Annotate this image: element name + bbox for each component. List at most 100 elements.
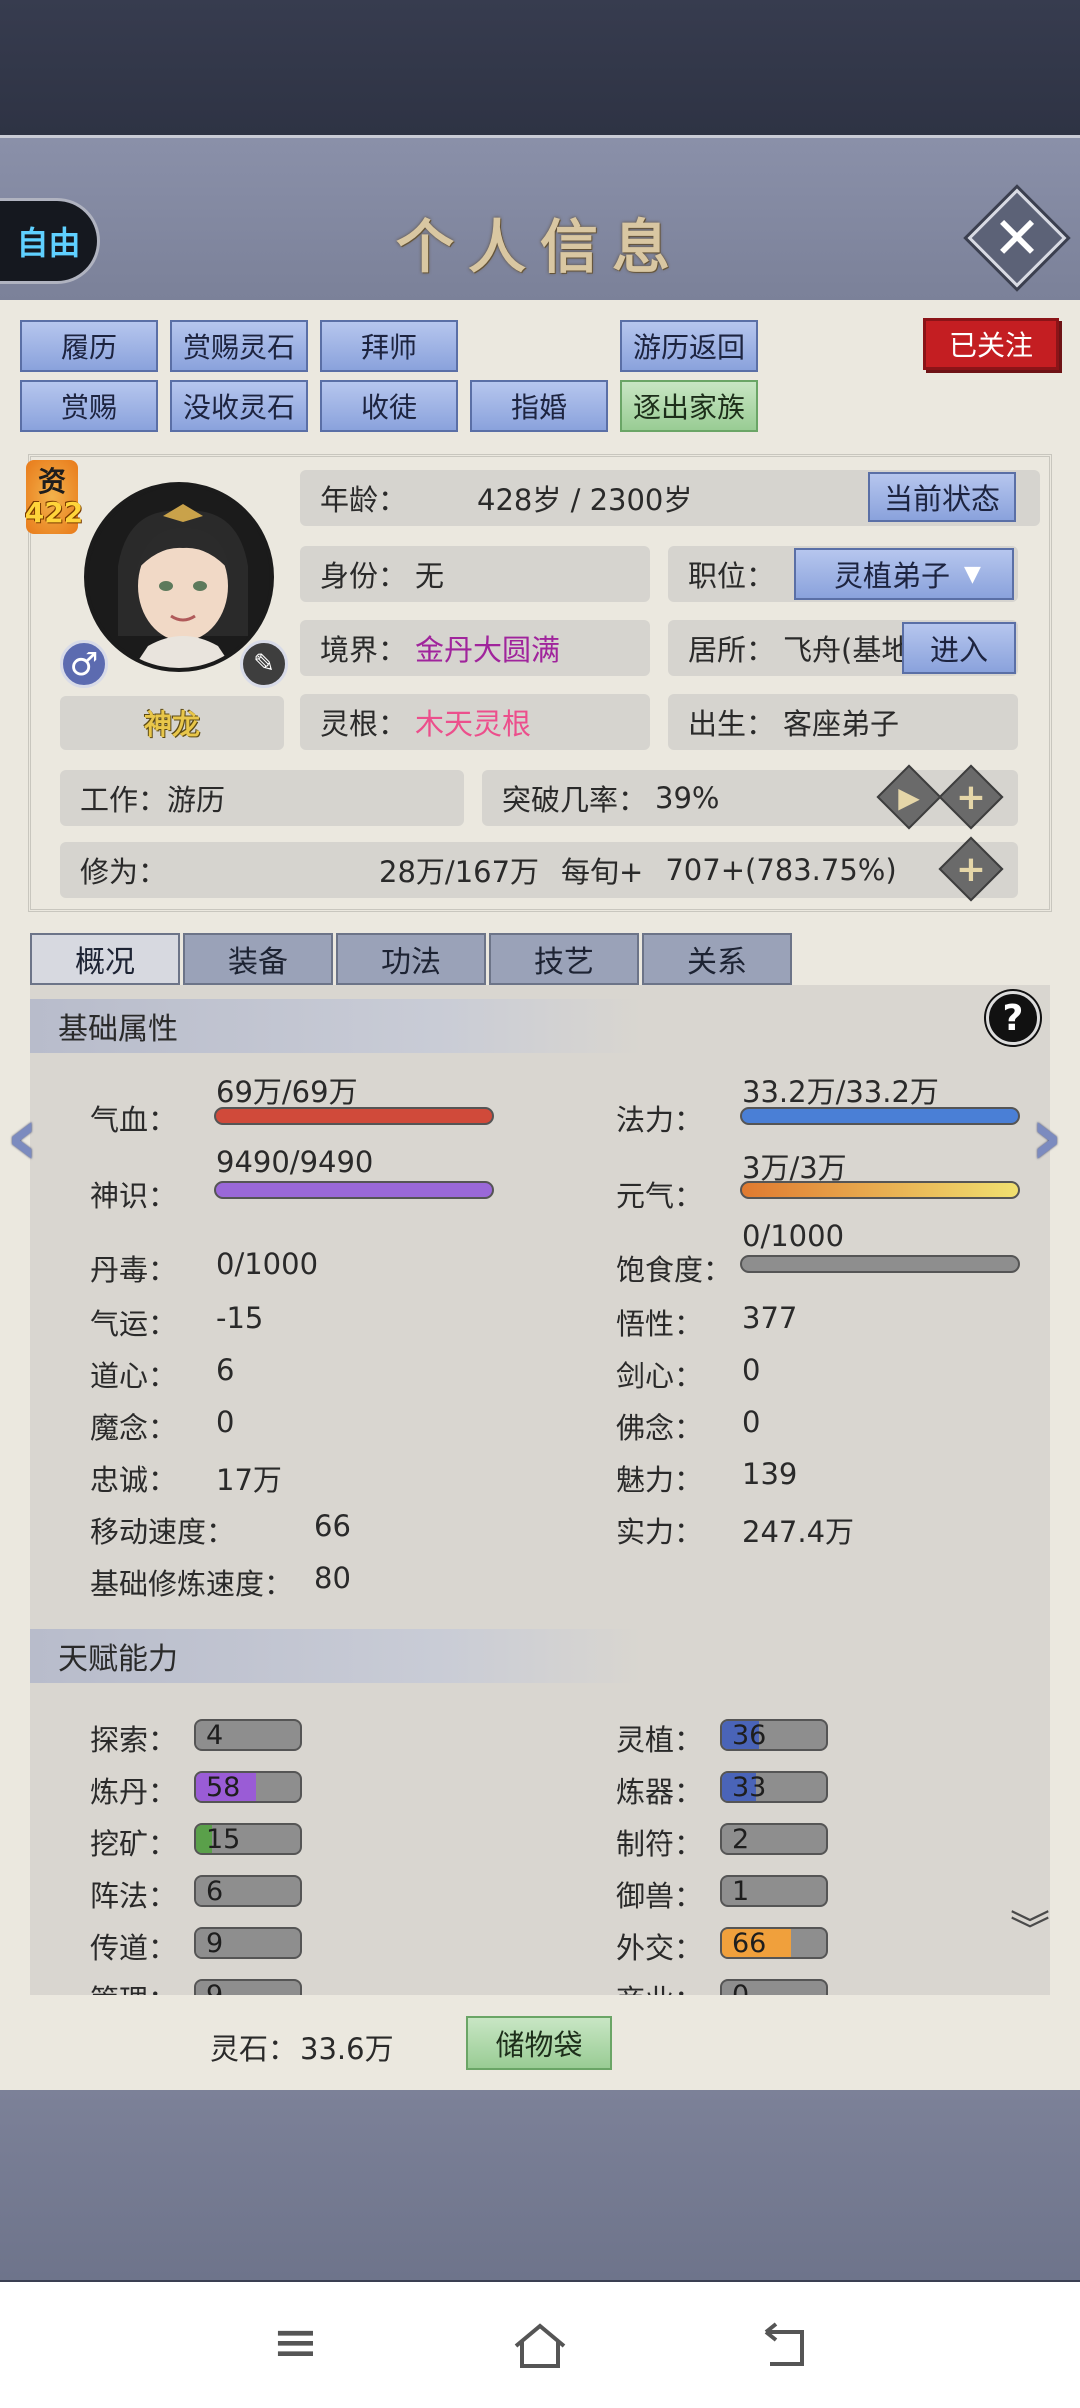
realm-value: 金丹大圆满	[415, 633, 561, 667]
position-dropdown[interactable]: 灵植弟子 ▼	[794, 548, 1014, 600]
identity-label: 身份：	[320, 559, 408, 593]
loyal-value: 17万	[216, 1463, 282, 1497]
per-turn-label: 每旬+	[561, 855, 644, 889]
speed-label: 移动速度：	[90, 1515, 236, 1549]
demon-value: 0	[216, 1405, 235, 1439]
reward-stones-button[interactable]: 赏赐灵石	[170, 320, 308, 372]
avatar[interactable]	[84, 482, 274, 672]
next-arrow-icon[interactable]: ›	[1030, 1090, 1063, 1183]
talent-value: 66	[732, 1928, 767, 1959]
dropdown-arrow-icon: ▼	[964, 561, 981, 587]
tab-equipment[interactable]: 装备	[183, 933, 333, 985]
vital-bar	[740, 1181, 1020, 1199]
satiety-value: 0/1000	[742, 1219, 845, 1253]
root-row: 灵根： 木天灵根	[300, 694, 650, 750]
talent-value: 36	[732, 1720, 767, 1751]
brush-icon[interactable]: ✎	[240, 640, 288, 688]
position-value: 灵植弟子	[834, 559, 951, 593]
talent-bar: 2	[720, 1823, 828, 1855]
expel-button[interactable]: 逐出家族	[620, 380, 758, 432]
plus-icon[interactable]: +	[948, 774, 994, 820]
reward-button[interactable]: 赏赐	[20, 380, 158, 432]
hp-label: 气血：	[90, 1103, 178, 1137]
followed-badge[interactable]: 已关注	[923, 318, 1059, 370]
position-label: 职位：	[688, 559, 776, 593]
insight-value: 377	[742, 1301, 798, 1335]
talent-bar: 4	[194, 1719, 302, 1751]
talent-label: 炼丹：	[90, 1775, 178, 1809]
plus-icon[interactable]: +	[948, 846, 994, 892]
free-mode-button[interactable]: 自由	[0, 198, 100, 284]
talent-value: 9	[206, 1928, 224, 1959]
buddha-label: 佛念：	[616, 1411, 704, 1445]
overview-content[interactable]: 基础属性 ? 气血： 69万/69万 法力： 33.2万/33.2万 神识： 9…	[30, 985, 1050, 1995]
talent-label: 商业：	[616, 1977, 703, 1995]
talent-value: 4	[206, 1720, 224, 1751]
charm-label: 魅力：	[616, 1463, 704, 1497]
breakthrough-value: 39%	[655, 781, 720, 815]
satiety-bar	[740, 1255, 1020, 1273]
age-label: 年龄：	[320, 483, 408, 517]
talent-label: 管理：	[90, 1977, 177, 1995]
tab-arts[interactable]: 技艺	[489, 933, 639, 985]
talent-value: 1	[732, 1876, 750, 1907]
talent-label: 灵植：	[616, 1723, 704, 1757]
tab-skills[interactable]: 功法	[336, 933, 486, 985]
talent-value: 2	[732, 1824, 750, 1855]
back-icon[interactable]	[756, 2322, 812, 2372]
talent-bar: 58	[194, 1771, 302, 1803]
recall-travel-button[interactable]: 游历返回	[620, 320, 758, 372]
talent-value: 33	[732, 1772, 767, 1803]
dao-label: 道心：	[90, 1359, 178, 1393]
talent-bar: 66	[720, 1927, 828, 1959]
insight-label: 悟性：	[616, 1307, 704, 1341]
talent-fill	[196, 1877, 203, 1905]
home-icon[interactable]	[510, 2322, 570, 2372]
charm-value: 139	[742, 1457, 798, 1491]
luck-label: 气运：	[90, 1307, 178, 1341]
cultivation-label: 修为：	[80, 855, 168, 889]
talent-label: 探索：	[90, 1723, 178, 1757]
help-icon[interactable]: ?	[986, 991, 1040, 1045]
talent-value: 58	[206, 1772, 241, 1803]
arrange-marriage-button[interactable]: 指婚	[470, 380, 608, 432]
per-turn-value: 707+(783.75%)	[665, 853, 897, 887]
sense-bar	[214, 1181, 494, 1199]
take-disciple-button[interactable]: 收徒	[320, 380, 458, 432]
poison-value: 0/1000	[216, 1247, 319, 1281]
satiety-label: 饱食度：	[616, 1253, 733, 1287]
birth-value: 客座弟子	[783, 707, 900, 741]
scroll-down-icon[interactable]: ︾	[1010, 1911, 1050, 1951]
prev-arrow-icon[interactable]: ‹	[6, 1090, 39, 1183]
enter-button[interactable]: 进入	[902, 622, 1016, 674]
top-background	[0, 0, 1080, 135]
aptitude-value: 422	[24, 496, 84, 529]
cultivation-row: 修为： 28万/167万 每旬+ 707+(783.75%)	[60, 842, 1018, 898]
tab-relations[interactable]: 关系	[642, 933, 792, 985]
history-button[interactable]: 履历	[20, 320, 158, 372]
character-name[interactable]: 神龙	[60, 696, 284, 750]
root-value: 木天灵根	[415, 707, 532, 741]
talent-value: 6	[206, 1876, 224, 1907]
train-speed-value: 80	[314, 1561, 351, 1595]
mana-label: 法力：	[616, 1103, 704, 1137]
work-row: 工作： 游历	[60, 770, 464, 826]
apprentice-button[interactable]: 拜师	[320, 320, 458, 372]
power-value: 247.4万	[742, 1515, 855, 1549]
play-icon[interactable]: ▶	[886, 774, 932, 820]
confiscate-stones-button[interactable]: 没收灵石	[170, 380, 308, 432]
menu-icon[interactable]: ≡	[272, 2310, 319, 2375]
storage-bag-button[interactable]: 储物袋	[466, 2016, 612, 2070]
talent-fill	[196, 1981, 206, 1995]
current-status-button[interactable]: 当前状态	[868, 472, 1016, 522]
talent-label: 外交：	[616, 1931, 704, 1965]
talent-bar: 1	[720, 1875, 828, 1907]
talent-value: 0	[732, 1981, 749, 1995]
basic-section-title: 基础属性	[58, 1012, 178, 1047]
talent-bar: 9	[194, 1979, 302, 1995]
system-nav-bar: ≡	[0, 2282, 1080, 2408]
talent-label: 御兽：	[616, 1879, 704, 1913]
close-icon[interactable]: ✕	[982, 203, 1052, 273]
tab-overview[interactable]: 概况	[30, 933, 180, 985]
train-speed-label: 基础修炼速度：	[90, 1567, 294, 1601]
